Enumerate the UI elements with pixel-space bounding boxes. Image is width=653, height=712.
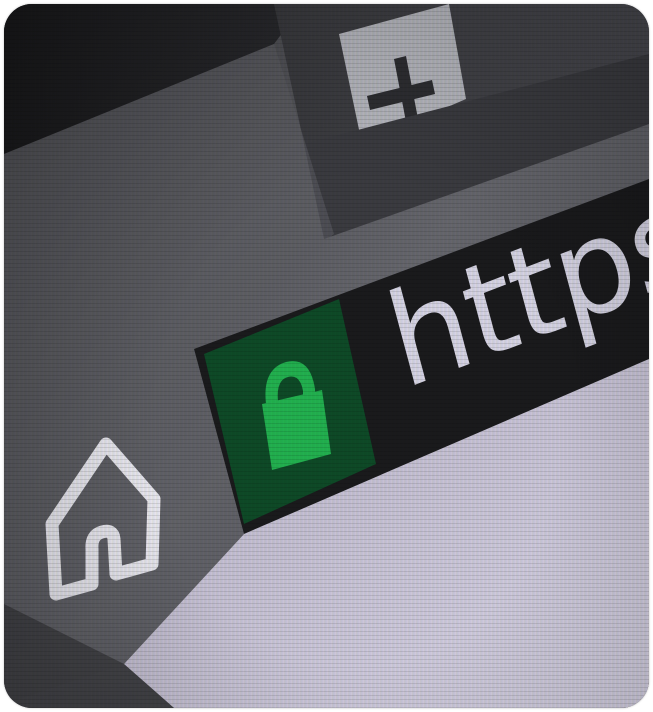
photo-frame: https:/ [4,4,649,708]
browser-closeup: https:/ [4,4,649,708]
